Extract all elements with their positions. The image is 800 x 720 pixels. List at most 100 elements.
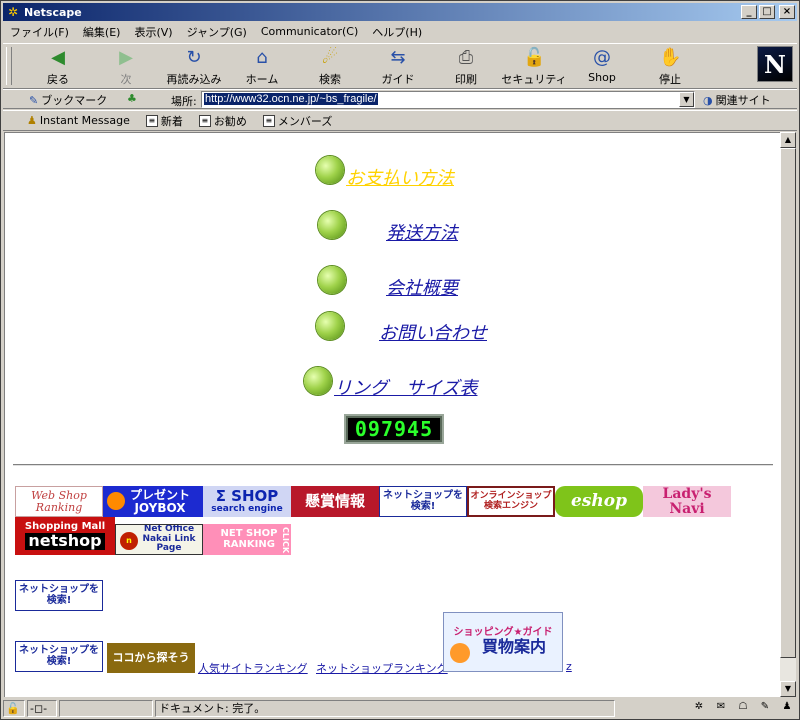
online-shop-search-banner[interactable]: オンラインショップ検索エンジン: [467, 486, 555, 517]
url-dropdown-button[interactable]: ▼: [679, 92, 694, 107]
net-office-nakai-banner[interactable]: n Net Office Nakai Link Page: [115, 524, 203, 555]
scroll-up-button[interactable]: ▲: [780, 132, 796, 148]
lock-icon: 🔓: [523, 47, 546, 68]
bookmark-page-icon: ≡: [198, 114, 211, 127]
koko-kara-sagasou-banner[interactable]: ココから探そう: [107, 643, 195, 673]
personal-toolbar: ♟ Instant Message ≡ 新着 ≡ お勧め ≡ メンバーズ: [3, 110, 797, 131]
kensho-info-banner[interactable]: 懸賞情報: [291, 486, 379, 517]
location-label: 場所:: [171, 95, 197, 108]
green-ball-icon: [304, 367, 332, 395]
z-link[interactable]: z: [566, 660, 572, 673]
discussions-icon[interactable]: ☖: [735, 700, 751, 714]
counter-digits: 097945: [348, 418, 440, 440]
instant-message-button[interactable]: ♟ Instant Message: [27, 114, 130, 127]
shop-button[interactable]: @ Shop: [567, 47, 637, 84]
menu-bar: ファイル(F) 編集(E) 表示(V) ジャンプ(G) Communicator…: [3, 22, 429, 41]
menu-edit[interactable]: 編集(E): [76, 24, 128, 40]
nav-ring-size-link[interactable]: リング サイズ表: [334, 374, 477, 400]
progress-cell: [59, 699, 153, 717]
print-button[interactable]: ⎙ 印刷: [431, 47, 501, 87]
present-joybox-banner[interactable]: プレゼント JOYBOX: [103, 486, 203, 517]
nav-ring-size[interactable]: リング サイズ表: [304, 362, 477, 400]
title-bar: ✲ Netscape _ □ ×: [3, 3, 797, 21]
composer-icon[interactable]: ✎: [757, 700, 773, 714]
sigma-shop-banner[interactable]: Σ SHOP search engine: [203, 486, 291, 517]
nav-company[interactable]: 会社概要: [318, 260, 458, 300]
reload-icon: ↻: [186, 47, 202, 68]
scroll-down-button[interactable]: ▼: [780, 681, 796, 697]
back-button[interactable]: ◀ 戻る: [23, 47, 93, 87]
orange-fruit-icon: [107, 492, 125, 510]
netshop-search-banner[interactable]: ネットショップを検索!: [379, 486, 467, 517]
scroll-thumb[interactable]: [780, 148, 796, 658]
status-bar: 🔓 -◻- ドキュメント: 完了。 ✲ ✉ ☖ ✎ ♟: [3, 698, 797, 718]
bookmark-page-icon: ≡: [262, 114, 275, 127]
new-button[interactable]: ≡ 新着: [145, 113, 183, 129]
stop-button[interactable]: ✋ 停止: [635, 47, 705, 87]
location-toolbar: ✎ ブックマーク ♣ 場所: http://www32.ocn.ne.jp/~b…: [3, 89, 797, 109]
page-content: お支払い方法 発送方法 会社概要 お問い合わせ リング サイズ表 097945 …: [4, 132, 780, 697]
access-counter: 097945: [344, 414, 444, 444]
netshop-ranking-link[interactable]: ネットショップランキング: [316, 660, 448, 676]
guide-button[interactable]: ⇆ ガイド: [363, 47, 433, 87]
search-button[interactable]: ☄ 検索: [295, 47, 365, 87]
shopping-mall-netshop-banner[interactable]: Shopping Mall netshop: [15, 517, 115, 555]
bookmark-page-icon: ≡: [145, 114, 158, 127]
bookmark-icon: ✎: [29, 93, 39, 107]
nakai-logo-icon: n: [120, 532, 138, 550]
nav-contact-link[interactable]: お問い合わせ: [379, 319, 487, 345]
mail-icon[interactable]: ✉: [713, 700, 729, 714]
guide-signpost-icon: ⇆: [390, 47, 406, 68]
component-navigator-icon[interactable]: ✲: [691, 700, 707, 714]
net-shop-ranking-banner[interactable]: NET SHOP RANKING CLICK: [203, 524, 291, 555]
search-icon: ☄: [321, 47, 339, 68]
home-icon: ⌂: [256, 47, 268, 68]
nav-company-link[interactable]: 会社概要: [386, 274, 458, 300]
nav-payment[interactable]: お支払い方法: [316, 150, 454, 190]
menu-view[interactable]: 表示(V): [127, 24, 179, 40]
forward-button[interactable]: ▶ 次: [91, 47, 161, 87]
popular-site-ranking-link[interactable]: 人気サイトランキング: [198, 660, 308, 676]
security-button[interactable]: 🔓 セキュリティ: [499, 47, 569, 87]
green-ball-icon: [318, 266, 346, 294]
shopping-guide-banner[interactable]: ショッピング★ガイド 買物案内: [443, 612, 563, 672]
netshop-search-banner-3[interactable]: ネットショップを検索!: [15, 641, 103, 672]
eshop-banner[interactable]: eshop: [555, 486, 643, 517]
page-proxy-icon[interactable]: ♣: [127, 92, 137, 105]
menu-go[interactable]: ジャンプ(G): [180, 24, 254, 40]
reload-button[interactable]: ↻ 再読み込み: [159, 47, 229, 87]
back-arrow-icon: ◀: [51, 47, 65, 68]
vertical-scrollbar[interactable]: ▲ ▼: [780, 132, 796, 697]
green-ball-icon: [318, 211, 346, 239]
menu-help[interactable]: ヘルプ(H): [365, 24, 429, 40]
bookmarks-button[interactable]: ✎ ブックマーク: [29, 92, 107, 108]
members-button[interactable]: ≡ メンバーズ: [262, 113, 332, 129]
nav-payment-link[interactable]: お支払い方法: [346, 164, 454, 190]
url-text: http://www32.ocn.ne.jp/~bs_fragile/: [204, 93, 378, 105]
related-icon: ◑: [703, 93, 713, 107]
aim-icon[interactable]: ♟: [779, 700, 795, 714]
horizontal-rule: [13, 464, 773, 466]
connection-icon: -◻-: [27, 699, 57, 717]
url-field[interactable]: http://www32.ocn.ne.jp/~bs_fragile/ ▼: [201, 91, 695, 108]
nav-contact[interactable]: お問い合わせ: [316, 307, 487, 345]
minimize-button[interactable]: _: [741, 5, 757, 19]
ladys-navi-banner[interactable]: Lady's Navi: [643, 486, 731, 517]
forward-arrow-icon: ▶: [119, 47, 133, 68]
related-sites-button[interactable]: ◑ 関連サイト: [703, 92, 771, 108]
security-status-icon[interactable]: 🔓: [3, 699, 25, 717]
netshop-search-banner-2[interactable]: ネットショップを検索!: [15, 580, 103, 611]
home-button[interactable]: ⌂ ホーム: [227, 47, 297, 87]
maximize-button[interactable]: □: [759, 5, 775, 19]
menu-communicator[interactable]: Communicator(C): [254, 25, 365, 38]
nav-shipping-link[interactable]: 発送方法: [386, 219, 458, 245]
close-button[interactable]: ×: [779, 5, 795, 19]
netscape-logo[interactable]: N: [757, 46, 793, 82]
window-title: Netscape: [24, 5, 82, 19]
nav-shipping[interactable]: 発送方法: [318, 205, 458, 245]
web-shop-ranking-banner[interactable]: Web Shop Ranking: [15, 486, 103, 517]
menu-file[interactable]: ファイル(F): [3, 24, 76, 40]
toolbar-grip[interactable]: [6, 47, 12, 85]
browser-window: ✲ Netscape _ □ × ファイル(F) 編集(E) 表示(V) ジャン…: [0, 0, 800, 720]
recommended-button[interactable]: ≡ お勧め: [198, 113, 247, 129]
